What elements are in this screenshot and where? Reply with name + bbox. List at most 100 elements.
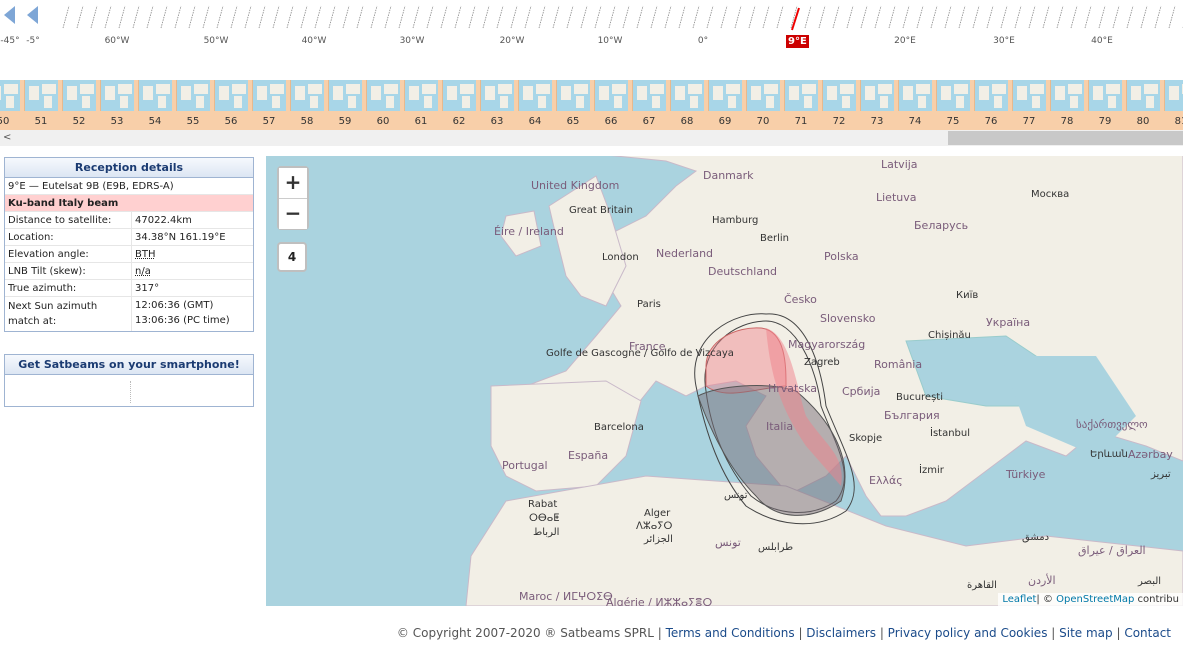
disclaimers-link[interactable]: Disclaimers [806,626,876,640]
satellite-tick[interactable] [846,4,854,30]
satellite-tick[interactable] [1098,4,1106,30]
beam-thumbnail[interactable] [176,80,210,111]
beam-thumbnail[interactable] [746,80,780,111]
satellite-tick[interactable] [1084,4,1092,30]
satellite-tick[interactable] [776,4,784,30]
satellite-tick[interactable] [384,4,392,30]
satellite-tick[interactable] [762,4,770,30]
satellite-tick[interactable] [958,4,966,30]
satellite-tick[interactable] [930,4,938,30]
beam-thumbnail[interactable] [328,80,362,111]
satellite-tick[interactable] [286,4,294,30]
beam-thumbnail[interactable] [442,80,476,111]
thumbnail-number[interactable]: 61 [415,116,428,127]
satellite-tick[interactable] [692,4,700,30]
thumbnail-number[interactable]: 50 [0,116,9,127]
satellite-tick[interactable] [258,4,266,30]
thumbnail-number[interactable]: 69 [719,116,732,127]
satellite-tick[interactable] [314,4,322,30]
satellite-tick[interactable] [230,4,238,30]
leaflet-link[interactable]: Leaflet [1002,594,1036,605]
satellite-tick[interactable] [1154,4,1162,30]
satellite-tick[interactable] [622,4,630,30]
beam-thumbnail[interactable] [366,80,400,111]
beam-thumbnail[interactable] [594,80,628,111]
thumbnail-number[interactable]: 76 [985,116,998,127]
satellite-tick[interactable] [524,4,532,30]
satellite-tick[interactable] [1000,4,1008,30]
satellite-tick[interactable] [678,4,686,30]
beam-thumbnail[interactable] [784,80,818,111]
beam-thumbnail-strip[interactable]: 50 51 52 53 54 55 56 57 58 59 60 61 62 63 64 65 66 67 68 69… [0,80,1183,130]
satellite-tick[interactable] [608,4,616,30]
thumbnail-number[interactable]: 57 [263,116,276,127]
satellite-tick[interactable] [496,4,504,30]
beam-thumbnail[interactable] [290,80,324,111]
satellite-tick[interactable] [902,4,910,30]
privacy-link[interactable]: Privacy policy and Cookies [888,626,1048,640]
satellite-tick[interactable] [1042,4,1050,30]
beam-thumbnail[interactable] [138,80,172,111]
beam-thumbnail[interactable] [1126,80,1160,111]
satellite-tick[interactable] [132,4,140,30]
satellite-tick[interactable] [1070,4,1078,30]
satellite-tick[interactable] [566,4,574,30]
thumbnail-number[interactable]: 60 [377,116,390,127]
satellite-tick[interactable] [636,4,644,30]
satellite-tick[interactable] [216,4,224,30]
beam-thumbnail[interactable] [252,80,286,111]
satellite-tick[interactable] [272,4,280,30]
satellite-tick[interactable] [342,4,350,30]
satellite-tick[interactable] [986,4,994,30]
thumbnail-number[interactable]: 58 [301,116,314,127]
satellite-tick[interactable] [62,4,70,30]
satellite-tick[interactable] [90,4,98,30]
thumbnail-number[interactable]: 77 [1023,116,1036,127]
satellite-tick[interactable] [356,4,364,30]
beam-thumbnail[interactable] [556,80,590,111]
scroll-far-left-icon[interactable] [4,6,15,24]
beam-thumbnail[interactable] [898,80,932,111]
thumbnail-number[interactable]: 62 [453,116,466,127]
beam-thumbnail[interactable] [62,80,96,111]
beam-thumbnail[interactable] [1164,80,1183,111]
thumbnail-number[interactable]: 52 [73,116,86,127]
osm-link[interactable]: OpenStreetMap [1056,594,1134,605]
satellite-tick[interactable] [454,4,462,30]
satellite-tick[interactable] [1056,4,1064,30]
beam-thumbnail[interactable] [708,80,742,111]
satellite-tick[interactable] [860,4,868,30]
current-satellite-marker[interactable]: 9°E [786,35,809,48]
thumbnail-number[interactable]: 56 [225,116,238,127]
satellite-tick[interactable] [244,4,252,30]
satellite-tick[interactable] [440,4,448,30]
thumbnail-number[interactable]: 79 [1099,116,1112,127]
satellite-tick[interactable] [468,4,476,30]
beam-thumbnail[interactable] [1012,80,1046,111]
satellite-tick[interactable] [594,4,602,30]
satellite-tick[interactable] [1126,4,1134,30]
thumbnail-number[interactable]: 65 [567,116,580,127]
zoom-in-button[interactable]: + [279,168,307,198]
satellite-tick[interactable] [1028,4,1036,30]
thumbnail-number[interactable]: 59 [339,116,352,127]
satellite-tick[interactable] [1140,4,1148,30]
thumbnail-number[interactable]: 74 [909,116,922,127]
lnb-tilt-value[interactable]: n/a [132,263,151,279]
zoom-out-button[interactable]: − [279,199,307,229]
satellite-tick[interactable] [538,4,546,30]
satellite-tick[interactable] [328,4,336,30]
scroll-left-icon[interactable] [27,6,38,24]
satellite-tick[interactable] [720,4,728,30]
beam-thumbnail[interactable] [214,80,248,111]
beam-thumbnail[interactable] [860,80,894,111]
satellite-tick[interactable] [734,4,742,30]
satellite-tick[interactable] [916,4,924,30]
thumbnail-number[interactable]: 72 [833,116,846,127]
beam-thumbnail[interactable] [404,80,438,111]
satellite-tick[interactable] [1112,4,1120,30]
satellite-tick[interactable] [104,4,112,30]
beam-thumbnail[interactable] [822,80,856,111]
sitemap-link[interactable]: Site map [1059,626,1113,640]
thumbnail-scrollbar[interactable]: < [0,130,1183,146]
